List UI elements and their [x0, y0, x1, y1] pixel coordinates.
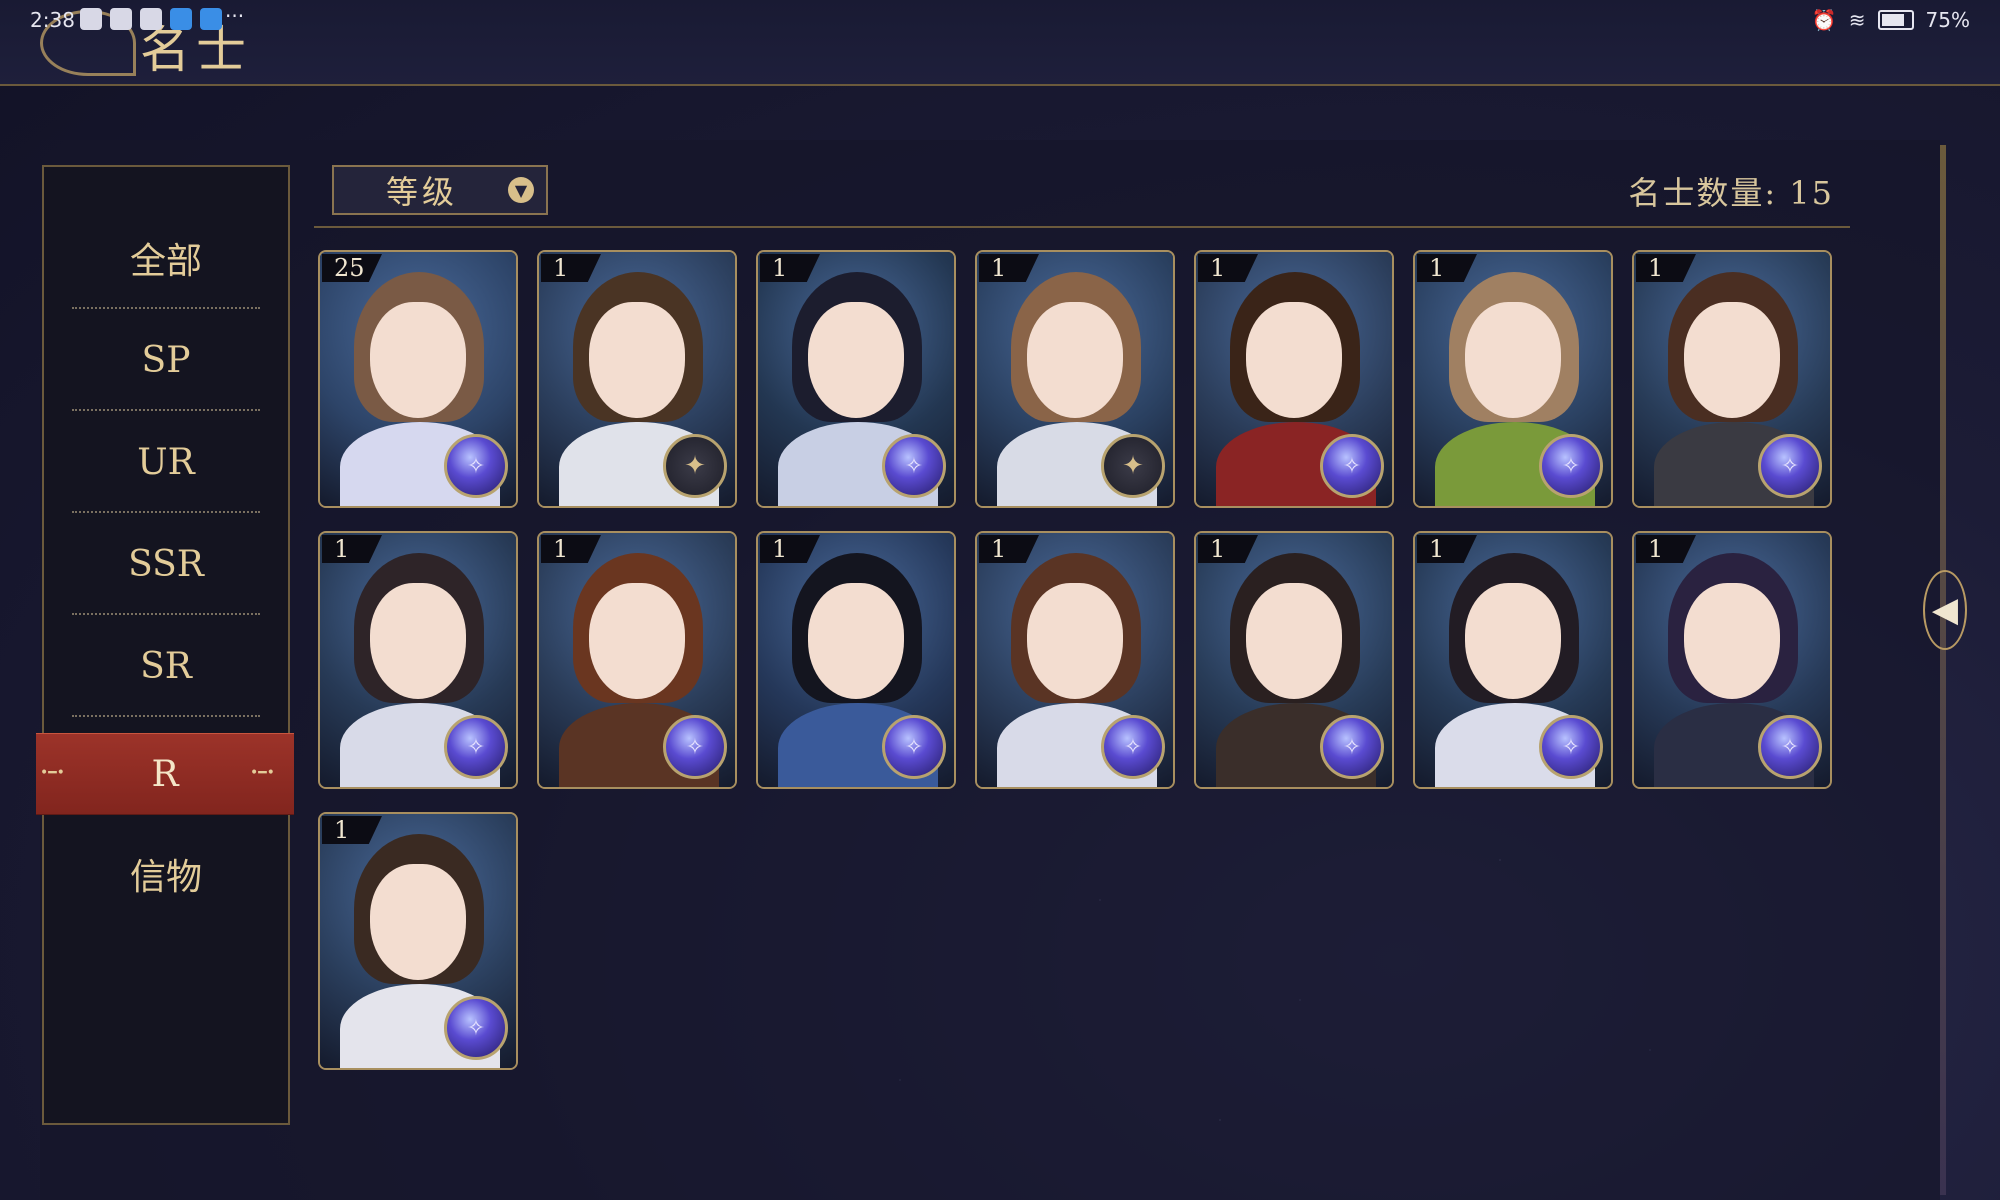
purple-orb-icon: ✧: [1320, 715, 1384, 779]
ornament-dots-icon: •━•: [250, 765, 275, 781]
divider: [72, 715, 260, 717]
sidebar-item-ssr[interactable]: SSR: [44, 513, 288, 615]
rarity-sidebar: 全部 SP UR SSR SR •━• R •━• 信物: [36, 165, 294, 1125]
sort-dropdown[interactable]: 等级 ▼: [332, 165, 548, 215]
purple-orb-icon: ✧: [444, 715, 508, 779]
purple-orb-icon: ✧: [1758, 715, 1822, 779]
portrait-face: [589, 302, 685, 418]
portrait-face: [370, 583, 466, 699]
sidebar-item-token[interactable]: 信物: [44, 823, 288, 925]
battery-icon: [1877, 10, 1914, 30]
sidebar-item-label: SP: [141, 339, 191, 381]
bell-icon: [140, 8, 162, 30]
more-notifications: ···: [225, 4, 245, 28]
purple-orb-icon: ✧: [1101, 715, 1165, 779]
chevron-down-icon: ▼: [508, 177, 534, 203]
portrait-face: [370, 864, 466, 980]
hero-card[interactable]: 1 ✧: [1194, 531, 1394, 789]
status-time: 2:38: [30, 8, 75, 32]
hero-card[interactable]: 1 ✧: [537, 531, 737, 789]
portrait-face: [589, 583, 685, 699]
battery-percent: 75%: [1925, 8, 1970, 32]
portrait-face: [1465, 583, 1561, 699]
portrait-face: [1246, 302, 1342, 418]
sidebar-item-sp[interactable]: SP: [44, 309, 288, 411]
hero-card[interactable]: 1 ✦: [975, 250, 1175, 508]
purple-orb-icon: ✧: [882, 715, 946, 779]
status-bar: 2:38 ··· ⏰ ≋ 75%: [0, 0, 2000, 42]
compass-icon: ✦: [1101, 434, 1165, 498]
purple-orb-icon: ✧: [1758, 434, 1822, 498]
hero-card[interactable]: 1 ✧: [1632, 531, 1832, 789]
portrait-face: [1027, 302, 1123, 418]
portrait-face: [1465, 302, 1561, 418]
sidebar-item-label: 全部: [129, 241, 202, 282]
sidebar-item-label: SSR: [128, 543, 204, 585]
portrait-face: [1027, 583, 1123, 699]
portrait-face: [370, 302, 466, 418]
sidebar-item-label: UR: [137, 441, 195, 483]
hero-card[interactable]: 1 ✧: [756, 531, 956, 789]
hero-card[interactable]: 1 ✧: [1632, 250, 1832, 508]
sidebar-item-ur[interactable]: UR: [44, 411, 288, 513]
hourglass-icon: [80, 8, 102, 30]
purple-orb-icon: ✧: [1539, 715, 1603, 779]
hero-card[interactable]: 1 ✧: [1194, 250, 1394, 508]
hero-card[interactable]: 1 ✧: [975, 531, 1175, 789]
portrait-face: [808, 583, 904, 699]
sidebar-item-label: SR: [140, 645, 192, 687]
cloud-icon: [200, 8, 222, 30]
notification-icons: [80, 8, 222, 30]
wifi-icon: ≋: [1848, 8, 1866, 32]
compass-icon: ✦: [663, 434, 727, 498]
hero-card[interactable]: 1 ✦: [537, 250, 737, 508]
alarm-icon: ⏰: [1811, 8, 1837, 32]
divider: [314, 226, 1850, 228]
portrait-face: [808, 302, 904, 418]
hero-card[interactable]: 1 ✧: [1413, 531, 1613, 789]
portrait-face: [1684, 302, 1780, 418]
portrait-face: [1684, 583, 1780, 699]
app-icon: [170, 8, 192, 30]
purple-orb-icon: ✧: [1320, 434, 1384, 498]
hero-card[interactable]: 1 ✧: [318, 531, 518, 789]
status-right: ⏰ ≋ 75%: [1812, 8, 1970, 32]
hero-count: 名士数量: 15: [1628, 174, 1834, 212]
hero-card[interactable]: 1 ✧: [1413, 250, 1613, 508]
hero-card[interactable]: 1 ✧: [756, 250, 956, 508]
sidebar-item-label: 信物: [129, 857, 202, 898]
hero-card[interactable]: 25 ✧: [318, 250, 518, 508]
sidebar-item-all[interactable]: 全部: [44, 207, 288, 309]
ornament-dots-icon: •━•: [40, 765, 65, 781]
purple-orb-icon: ✧: [882, 434, 946, 498]
sidebar-item-sr[interactable]: SR: [44, 615, 288, 717]
portrait-face: [1246, 583, 1342, 699]
sidebar-item-label: R: [151, 753, 179, 795]
mail-icon: [110, 8, 132, 30]
purple-orb-icon: ✧: [1539, 434, 1603, 498]
purple-orb-icon: ✧: [663, 715, 727, 779]
panel-edge: [1940, 145, 1946, 1195]
sidebar-item-r[interactable]: •━• R •━•: [36, 733, 294, 815]
hero-card[interactable]: 1 ✧: [318, 812, 518, 1070]
purple-orb-icon: ✧: [444, 434, 508, 498]
purple-orb-icon: ✧: [444, 996, 508, 1060]
sort-label: 等级: [386, 173, 459, 211]
collapse-arrow-icon[interactable]: ◀: [1915, 560, 1975, 660]
